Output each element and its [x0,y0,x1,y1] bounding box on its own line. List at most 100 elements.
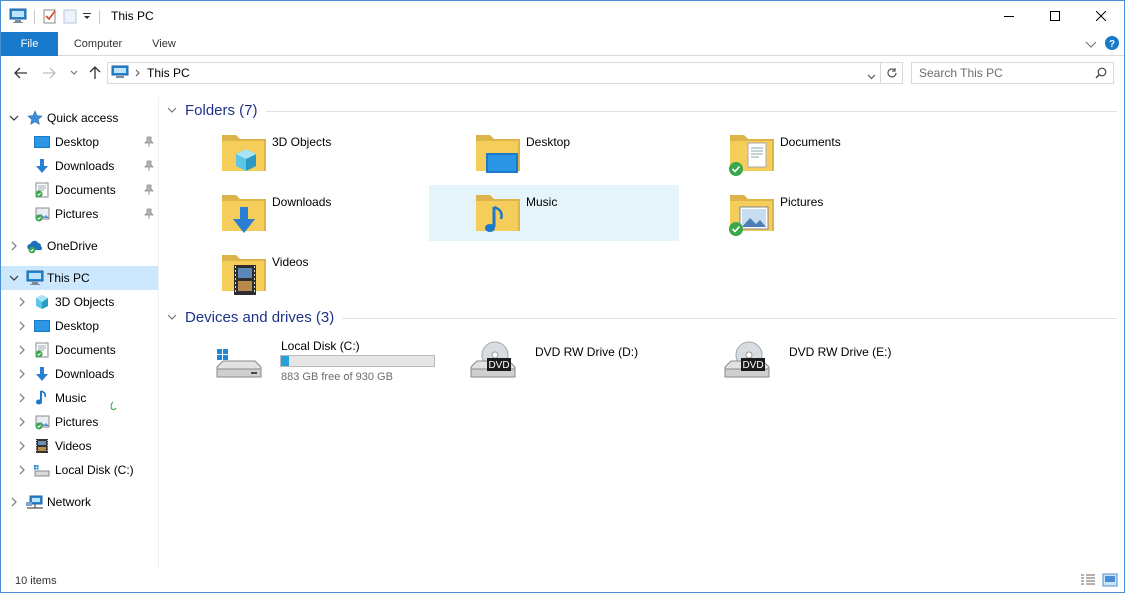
sidebar-item-pictures[interactable]: Pictures [1,410,158,434]
sidebar-item-quick-documents[interactable]: Documents [1,178,158,202]
sidebar-item-music[interactable]: Music [1,386,158,410]
details-view-icon[interactable] [1080,573,1096,590]
sidebar-item-documents[interactable]: Documents [1,338,158,362]
pictures-icon [34,414,50,430]
chevron-right-icon[interactable] [17,297,27,307]
expand-ribbon-icon[interactable] [1085,38,1097,52]
minimize-button[interactable] [986,1,1032,31]
local-disk-icon [215,335,263,383]
chevron-right-icon[interactable] [17,369,27,379]
this-pc-icon [26,270,44,286]
chevron-down-icon[interactable] [9,273,19,283]
folder-tile[interactable]: Music [429,185,679,241]
chevron-down-icon[interactable] [167,310,177,324]
breadcrumb[interactable]: This PC [147,66,190,80]
sidebar-item-downloads[interactable]: Downloads [1,362,158,386]
folder-downloads-icon [220,189,268,237]
sidebar-item-quick-pictures[interactable]: Pictures [1,202,158,226]
customize-toolbar-icon[interactable] [82,10,92,24]
address-bar[interactable]: This PC [107,62,881,84]
chevron-right-icon[interactable] [17,345,27,355]
chevron-right-icon[interactable] [9,497,19,507]
folder-label: Desktop [526,135,571,149]
sidebar-item-this-pc[interactable]: This PC [1,266,158,290]
sync-icon [107,401,119,416]
search-box[interactable] [911,62,1114,84]
address-dropdown-icon[interactable] [867,69,876,83]
pin-icon[interactable] [144,160,154,175]
sidebar-item-network[interactable]: Network [1,490,158,514]
folder-tile[interactable]: Downloads [175,185,425,241]
network-icon [26,494,44,510]
tab-view[interactable]: View [139,32,189,56]
chevron-down-icon[interactable] [167,103,177,117]
documents-icon [34,182,50,198]
properties-icon[interactable] [42,8,58,27]
sidebar-item-label: Pictures [55,207,99,221]
pin-icon[interactable] [144,184,154,199]
drive-tile[interactable]: Local Disk (C:) 883 GB free of 930 GB [175,335,435,385]
folder-videos-icon [220,249,268,297]
breadcrumb-chevron-icon[interactable] [135,66,141,80]
sidebar-item-quick-downloads[interactable]: Downloads [1,154,158,178]
folder-label: Downloads [272,195,332,209]
close-button[interactable] [1078,1,1124,31]
svg-text:?: ? [1109,39,1115,50]
refresh-button[interactable] [881,62,903,84]
folder-tile[interactable]: 3D Objects [175,125,425,181]
desktop-icon [34,134,50,150]
search-icon[interactable] [1095,67,1107,82]
sidebar-item-desktop[interactable]: Desktop [1,314,158,338]
maximize-button[interactable] [1032,1,1078,31]
pin-icon[interactable] [144,136,154,151]
chevron-right-icon[interactable] [17,441,27,451]
large-icons-view-icon[interactable] [1102,573,1118,590]
sidebar-item-local-disk[interactable]: Local Disk (C:) [1,458,158,482]
pin-icon[interactable] [144,208,154,223]
folder-label: 3D Objects [272,135,332,149]
new-folder-icon[interactable] [62,8,78,27]
drive-tile[interactable]: DVD DVD RW Drive (D:) [429,335,679,385]
folder-label: Documents [780,135,841,149]
content-pane: Folders (7) 3D Objects Desktop Documents [161,97,1123,569]
sidebar-item-label: Videos [55,439,92,453]
folder-tile[interactable]: Pictures [683,185,933,241]
chevron-right-icon[interactable] [17,321,27,331]
sidebar-item-label: Pictures [55,415,99,429]
sidebar-item-label: 3D Objects [55,295,115,309]
search-input[interactable] [919,66,1089,80]
dvd-drive-icon: DVD [723,335,771,383]
chevron-right-icon[interactable] [17,417,27,427]
onedrive-icon [26,238,43,254]
window-title: This PC [111,9,154,23]
dvd-badge: DVD [742,360,763,371]
chevron-right-icon[interactable] [17,393,27,403]
drive-tile[interactable]: DVD DVD RW Drive (E:) [683,335,933,385]
tab-computer[interactable]: Computer [63,32,133,56]
back-button[interactable] [11,63,31,83]
up-button[interactable] [85,63,105,83]
sidebar-item-label: Local Disk (C:) [55,463,134,477]
tab-file[interactable]: File [1,32,58,56]
star-icon [27,110,43,126]
help-icon[interactable]: ? [1105,36,1119,53]
drives-group-header[interactable]: Devices and drives (3) [167,306,1117,328]
folder-label: Music [526,195,558,209]
sidebar-item-label: Downloads [55,367,115,381]
sidebar-item-onedrive[interactable]: OneDrive [1,234,158,258]
chevron-right-icon[interactable] [17,465,27,475]
pictures-icon [34,206,50,222]
title-bar: This PC [1,1,1124,32]
recent-locations-button[interactable] [64,63,84,83]
chevron-right-icon[interactable] [9,241,19,251]
folder-tile[interactable]: Desktop [429,125,679,181]
folders-group-header[interactable]: Folders (7) [167,99,1117,121]
folder-tile[interactable]: Videos [175,245,425,301]
sidebar-item-3d-objects[interactable]: 3D Objects [1,290,158,314]
sidebar-item-quick-access[interactable]: Quick access [1,106,158,130]
forward-button[interactable] [39,63,59,83]
sidebar-item-quick-desktop[interactable]: Desktop [1,130,158,154]
chevron-down-icon[interactable] [9,113,19,123]
folder-tile[interactable]: Documents [683,125,933,181]
sidebar-item-videos[interactable]: Videos [1,434,158,458]
